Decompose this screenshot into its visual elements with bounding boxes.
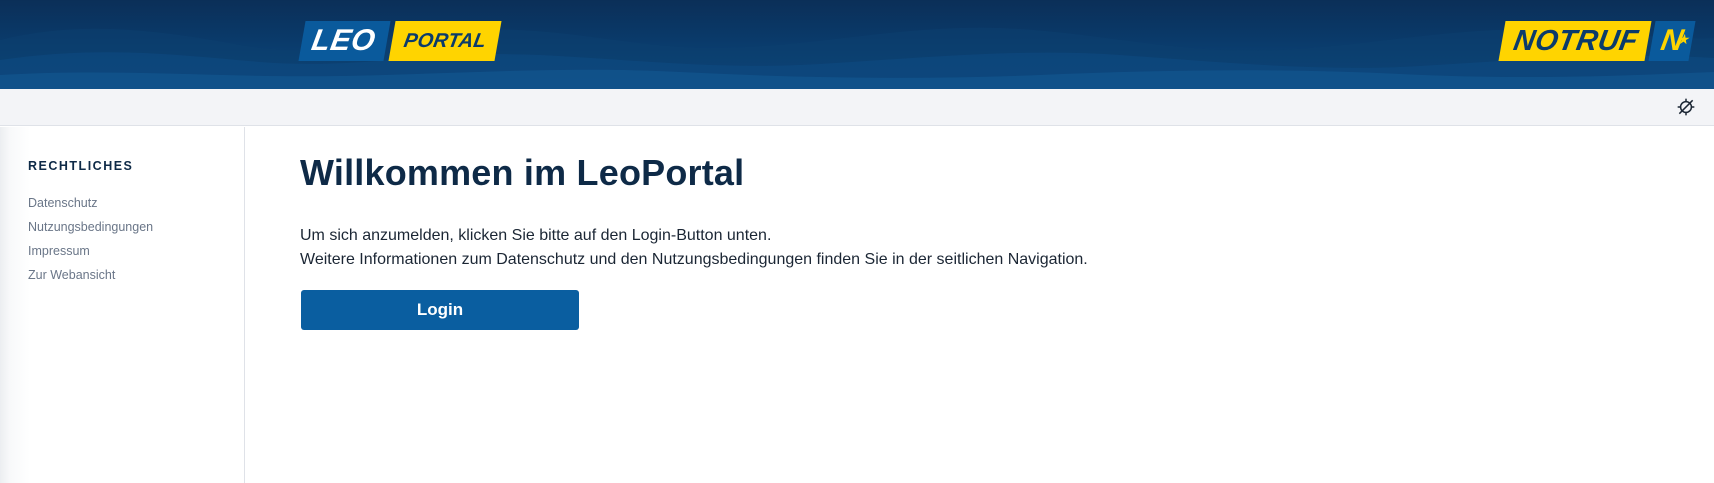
intro-line-2: Weitere Informationen zum Datenschutz un… <box>300 251 1088 268</box>
location-toggle-button[interactable] <box>1674 95 1698 119</box>
sidebar-item-nutzungsbedingungen[interactable]: Nutzungsbedingungen <box>28 215 153 239</box>
logo-notruf-text: NOTRUF <box>1498 21 1652 61</box>
notruf-n-mark: N ★ <box>1648 21 1696 61</box>
mountain-background <box>0 27 1714 89</box>
sidebar: RECHTLICHES Datenschutz Nutzungsbedingun… <box>0 127 245 483</box>
sidebar-item-impressum[interactable]: Impressum <box>28 239 153 263</box>
sidebar-item-webansicht[interactable]: Zur Webansicht <box>28 263 153 287</box>
logo-leo-text: LEO <box>298 21 391 61</box>
toolbar <box>0 89 1714 126</box>
login-button[interactable]: Login <box>301 290 579 330</box>
intro-text: Um sich anzumelden, klicken Sie bitte au… <box>300 224 1088 272</box>
notruf-logo: NOTRUF N ★ <box>1498 21 1696 61</box>
intro-line-1: Um sich anzumelden, klicken Sie bitte au… <box>300 227 772 244</box>
logo-portal-text: PORTAL <box>388 21 502 61</box>
header-banner: LEO PORTAL NOTRUF N ★ <box>0 0 1714 89</box>
leo-portal-logo[interactable]: LEO PORTAL <box>298 21 502 61</box>
sidebar-item-datenschutz[interactable]: Datenschutz <box>28 191 153 215</box>
sidebar-nav: Datenschutz Nutzungsbedingungen Impressu… <box>28 191 153 287</box>
sidebar-section-title: RECHTLICHES <box>28 159 134 173</box>
no-geolocation-icon <box>1677 98 1695 116</box>
page-title: Willkommen im LeoPortal <box>300 152 745 193</box>
